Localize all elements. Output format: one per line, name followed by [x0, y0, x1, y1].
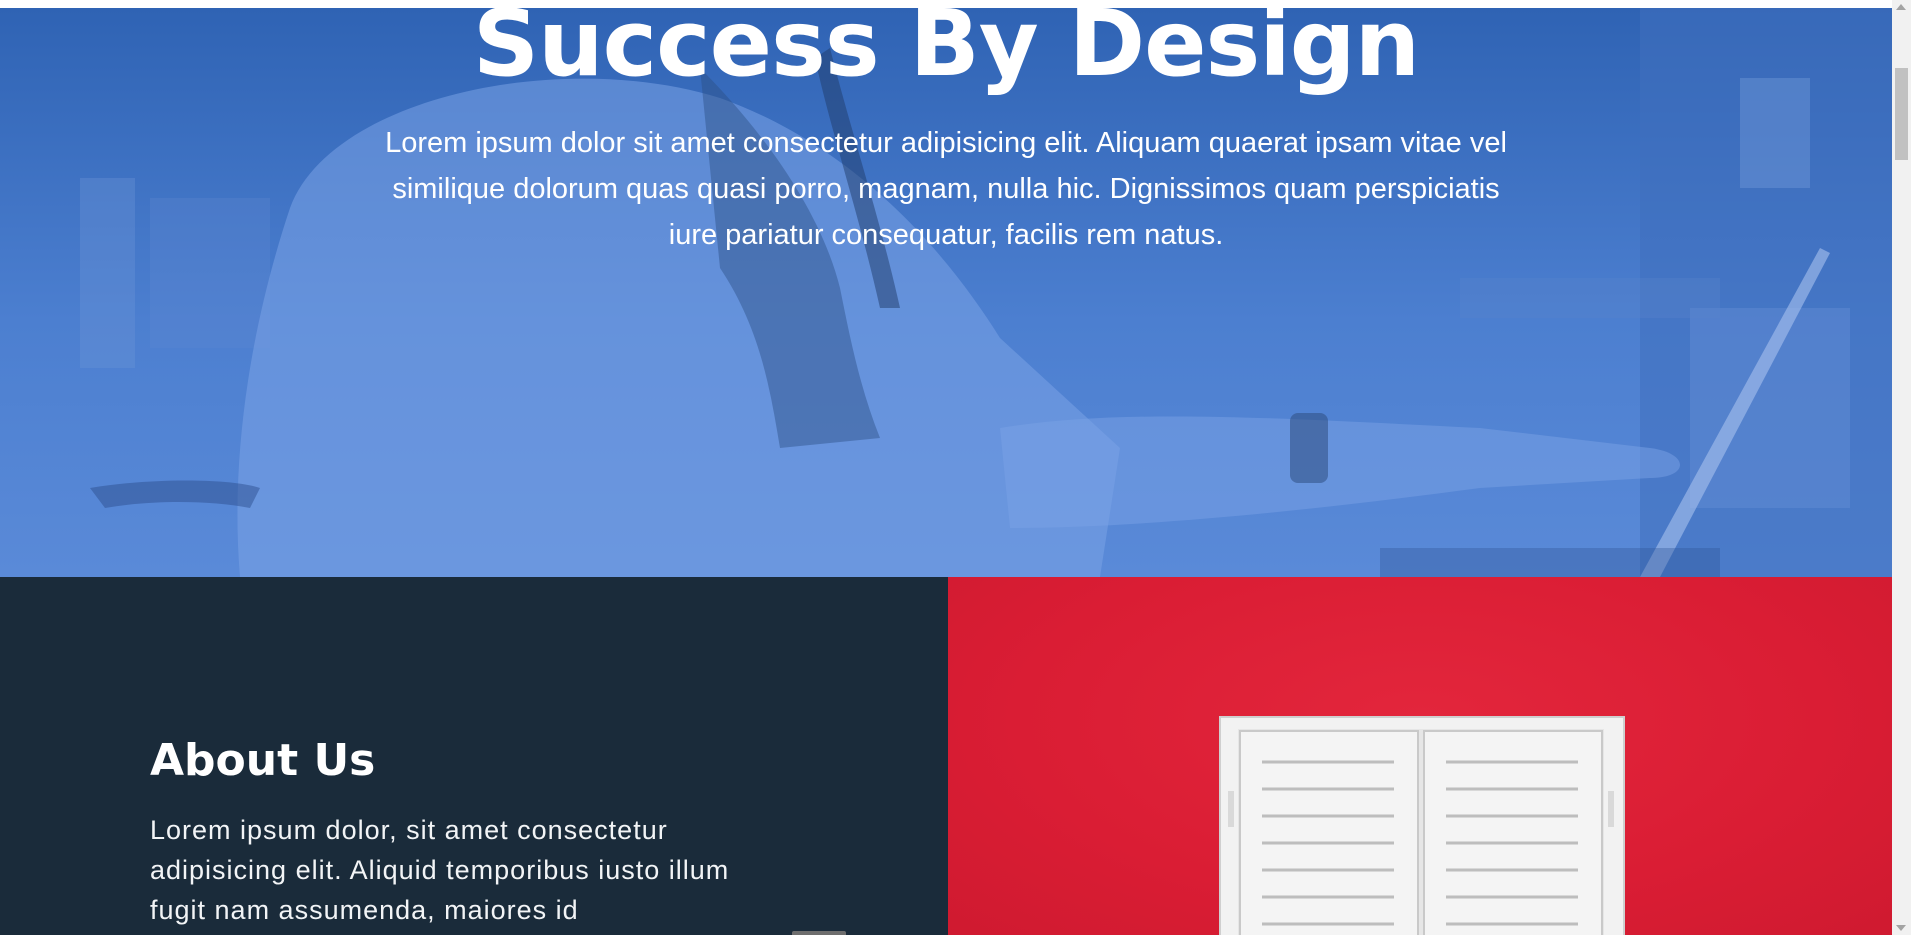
about-section: About Us Lorem ipsum dolor, sit amet con… [0, 577, 948, 935]
vertical-scrollbar[interactable] [1892, 0, 1911, 935]
bottom-handle [792, 931, 846, 935]
scroll-down-arrow-icon[interactable] [1896, 925, 1906, 931]
scrollbar-thumb[interactable] [1895, 68, 1908, 160]
page-top-edge [0, 0, 1892, 8]
hero-title: Success By Design [472, 8, 1420, 97]
about-title: About Us [150, 735, 376, 786]
feature-image [948, 577, 1892, 935]
scroll-up-arrow-icon[interactable] [1896, 4, 1906, 10]
window-shutters-icon [1219, 716, 1625, 935]
hero-description: Lorem ipsum dolor sit amet consectetur a… [385, 127, 1507, 251]
hero-section: Success By Design Lorem ipsum dolor sit … [0, 8, 1892, 577]
about-text: Lorem ipsum dolor, sit amet consectetur … [150, 815, 730, 925]
